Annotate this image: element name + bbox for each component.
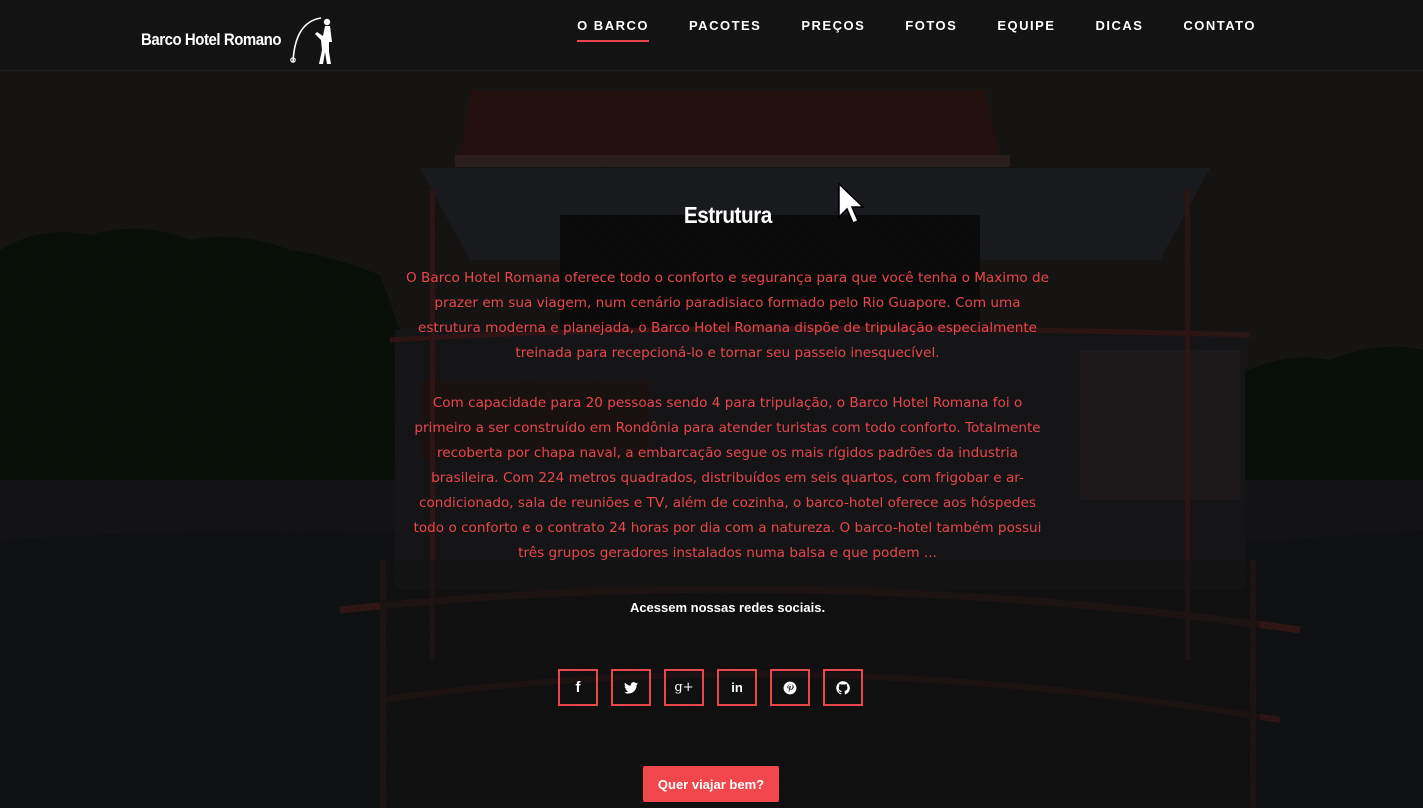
nav-item-o-barco[interactable]: O BARCO bbox=[557, 0, 669, 50]
nav-item-pacotes[interactable]: PACOTES bbox=[669, 0, 781, 50]
cta-button[interactable]: Quer viajar bem? bbox=[643, 766, 779, 802]
github-icon bbox=[836, 680, 850, 694]
site-header: Barco Hotel Romano O BARCO PACOTES PREÇO… bbox=[0, 0, 1423, 71]
brand-name: Barco Hotel Romano bbox=[141, 30, 282, 49]
twitter-icon bbox=[624, 681, 638, 694]
twitter-button[interactable] bbox=[611, 669, 651, 706]
section-title: Estrutura bbox=[683, 202, 772, 228]
logo[interactable]: Barco Hotel Romano bbox=[141, 12, 332, 68]
social-caption: Acessem nossas redes sociais. bbox=[629, 600, 826, 615]
section-paragraph: Com capacidade para 20 pessoas sendo 4 p… bbox=[413, 395, 1042, 561]
facebook-icon: f bbox=[575, 679, 581, 696]
about-section: Estrutura O Barco Hotel Romana oferece t… bbox=[400, 195, 1055, 615]
nav-item-contato[interactable]: CONTATO bbox=[1163, 0, 1276, 50]
nav-item-fotos[interactable]: FOTOS bbox=[885, 0, 977, 50]
pinterest-button[interactable] bbox=[770, 669, 810, 706]
google-plus-button[interactable]: g+ bbox=[664, 669, 704, 706]
linkedin-button[interactable]: in bbox=[717, 669, 757, 706]
facebook-button[interactable]: f bbox=[558, 669, 598, 706]
main-nav: O BARCO PACOTES PREÇOS FOTOS EQUIPE DICA… bbox=[557, 0, 1276, 71]
mouse-cursor-icon bbox=[838, 183, 864, 224]
linkedin-icon: in bbox=[731, 680, 743, 695]
section-paragraph: O Barco Hotel Romana oferece todo o conf… bbox=[406, 270, 1049, 361]
nav-item-precos[interactable]: PREÇOS bbox=[781, 0, 885, 50]
pinterest-icon bbox=[783, 681, 797, 694]
nav-item-dicas[interactable]: DICAS bbox=[1075, 0, 1163, 50]
social-links: f g+ in bbox=[558, 669, 863, 706]
github-button[interactable] bbox=[823, 669, 863, 706]
fisherman-icon bbox=[290, 17, 332, 64]
google-plus-icon: g+ bbox=[674, 680, 694, 695]
nav-item-equipe[interactable]: EQUIPE bbox=[977, 0, 1075, 50]
